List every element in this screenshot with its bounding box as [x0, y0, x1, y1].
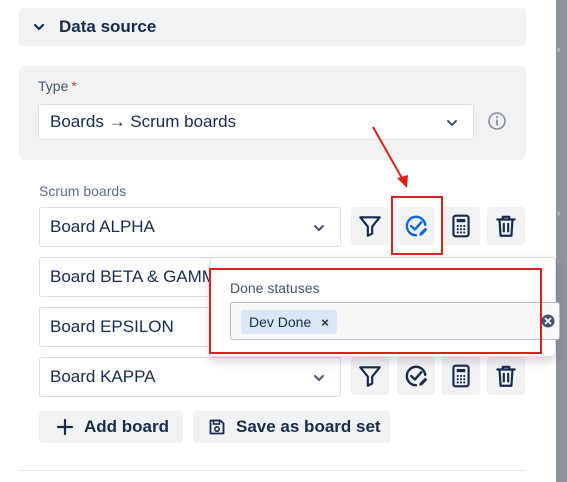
chevron-down-icon: [447, 120, 457, 126]
save-board-set-button[interactable]: Save as board set: [193, 411, 390, 443]
save-icon: [209, 419, 225, 435]
calculator-button[interactable]: [442, 357, 480, 395]
board-select-value: Board ALPHA: [50, 217, 155, 236]
calculator-icon: [452, 364, 470, 388]
delete-board-button[interactable]: [487, 207, 525, 245]
required-marker: *: [71, 78, 77, 94]
save-board-set-label: Save as board set: [236, 417, 381, 436]
chevron-down-icon: [33, 23, 45, 31]
section-title: Data source: [59, 17, 157, 36]
right-edge-panel: › ›: [556, 0, 567, 482]
data-source-section-header[interactable]: Data source: [19, 8, 526, 46]
filter-icon: [359, 216, 381, 237]
board-select-value: Board EPSILON: [50, 317, 174, 336]
done-statuses-button[interactable]: [397, 357, 435, 395]
type-card: Type * Boards → Scrum boards: [19, 66, 526, 160]
chevron-down-icon: [314, 225, 324, 231]
board-select-value: Board KAPPA: [50, 367, 156, 386]
add-board-label: Add board: [84, 417, 169, 436]
check-circle-pencil-icon: [405, 365, 428, 387]
filter-button[interactable]: [351, 207, 389, 245]
calculator-button[interactable]: [442, 207, 480, 245]
info-icon[interactable]: [487, 111, 507, 131]
delete-board-button[interactable]: [487, 357, 525, 395]
calculator-icon: [452, 214, 470, 238]
trash-icon: [496, 365, 516, 387]
trash-icon: [496, 215, 516, 237]
scrum-boards-label: Scrum boards: [39, 183, 127, 199]
board-select-alpha[interactable]: Board ALPHA: [39, 207, 341, 247]
filter-button[interactable]: [351, 357, 389, 395]
annotation-highlight-button: [391, 196, 443, 255]
type-label-text: Type: [38, 78, 69, 94]
chevron-down-icon: [314, 375, 324, 381]
type-select-value: Boards → Scrum boards: [50, 112, 237, 131]
section-divider: [19, 470, 526, 471]
clear-icon[interactable]: [541, 314, 555, 328]
filter-icon: [359, 366, 381, 387]
edge-arrow-icon: ›: [557, 44, 560, 54]
board-select-value: Board BETA & GAMMA: [50, 267, 228, 286]
add-board-button[interactable]: Add board: [39, 411, 183, 443]
plus-icon: [56, 418, 74, 436]
annotation-highlight-popover: [209, 268, 542, 354]
type-label: Type *: [38, 78, 77, 94]
type-select[interactable]: Boards → Scrum boards: [38, 104, 474, 140]
edge-arrow-icon: ›: [557, 208, 560, 218]
board-select-kappa[interactable]: Board KAPPA: [39, 357, 341, 397]
